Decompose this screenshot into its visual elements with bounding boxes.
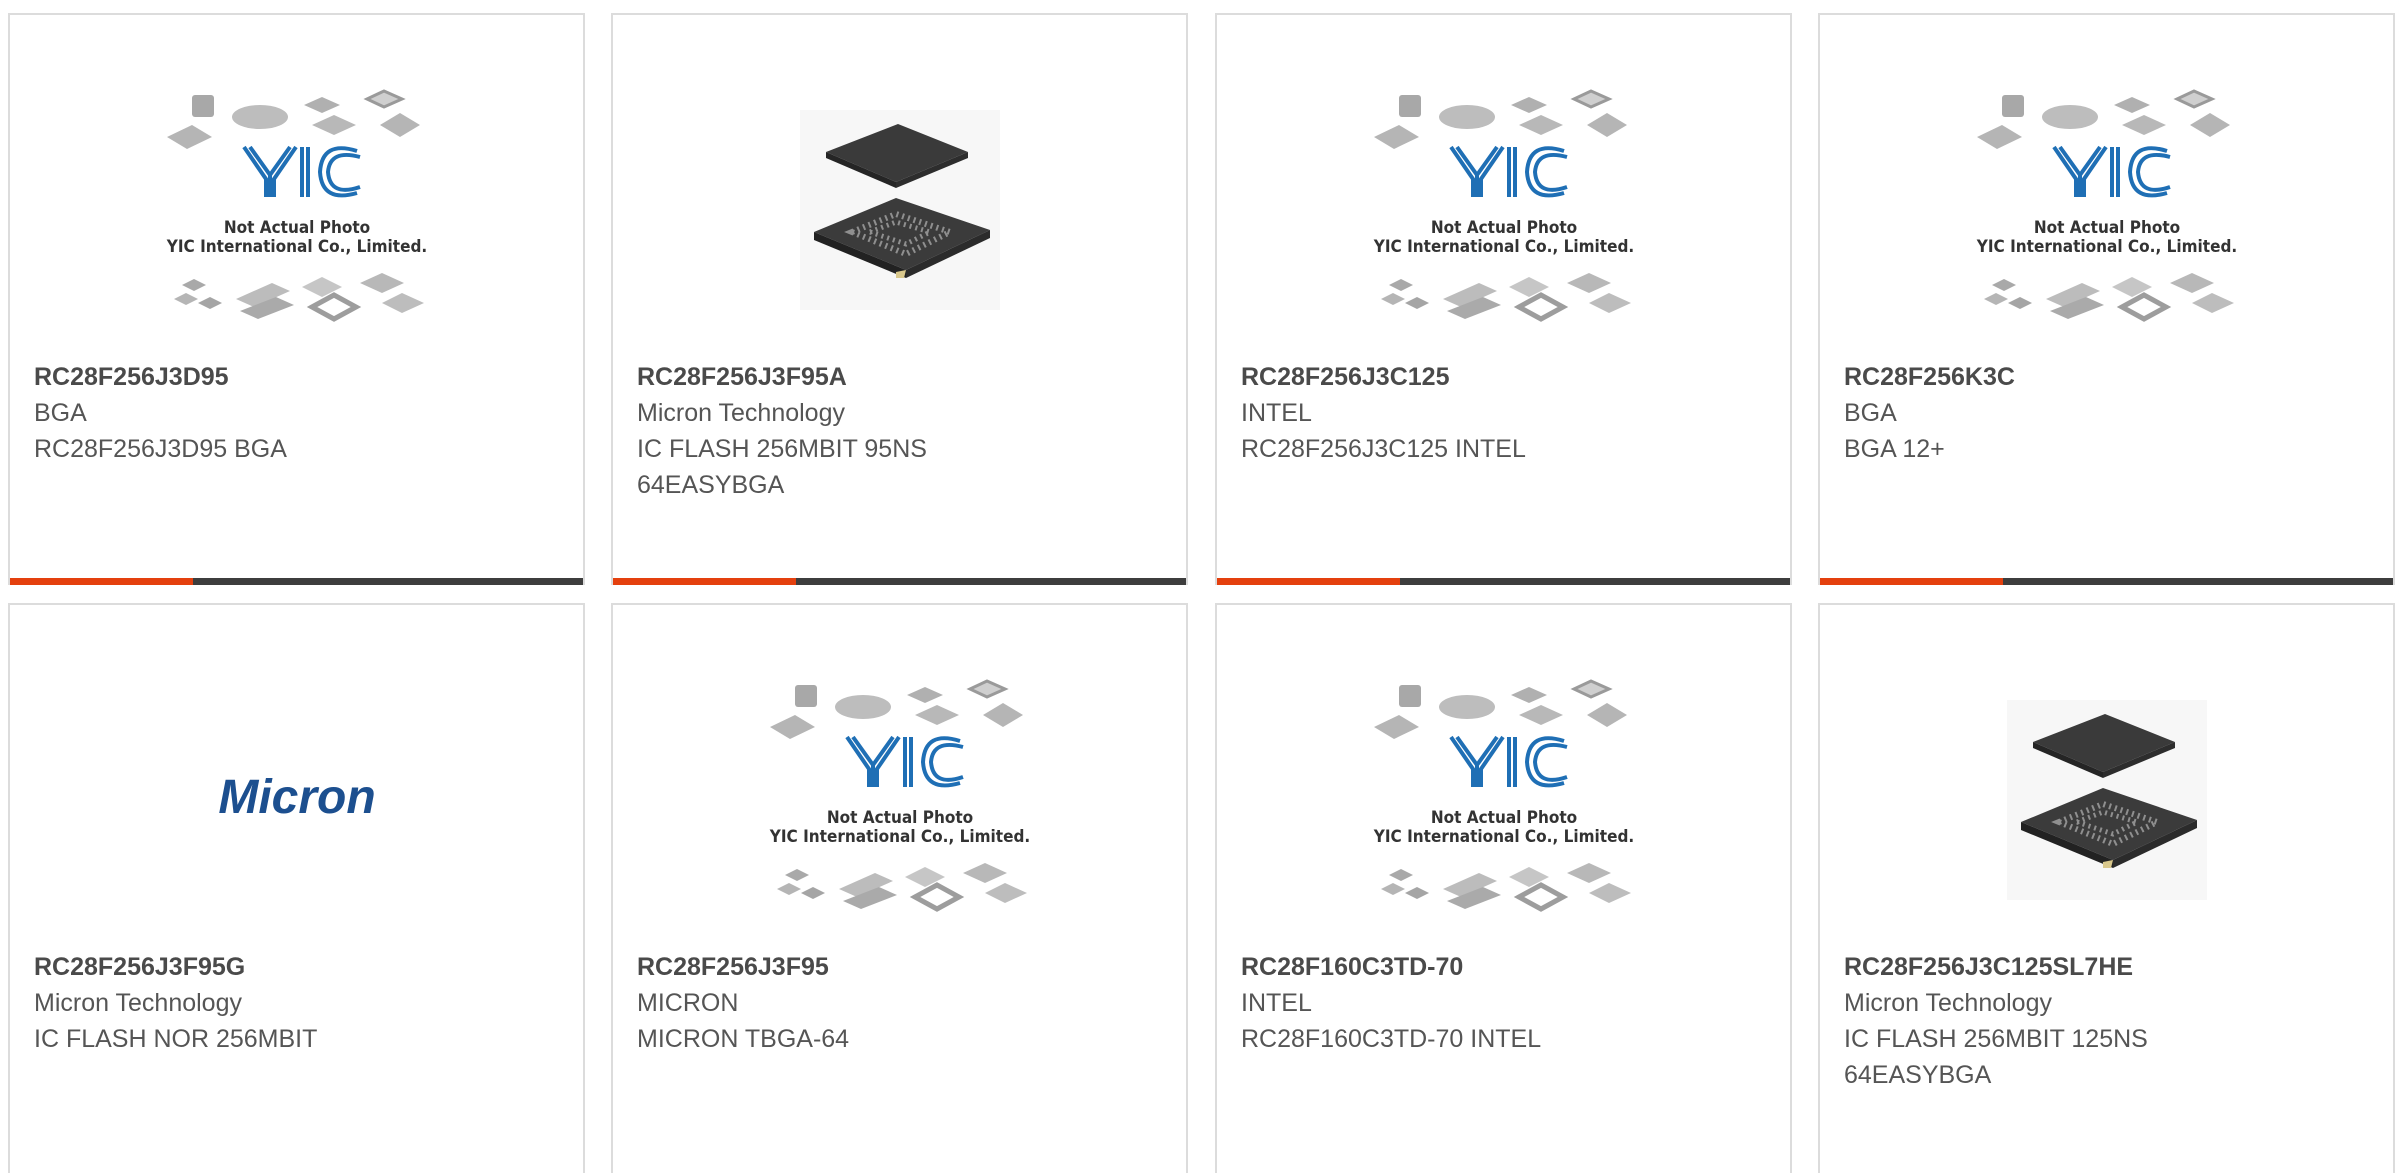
manufacturer: BGA xyxy=(34,399,87,427)
yic-placeholder-image xyxy=(1369,675,1639,925)
card-progress-accent xyxy=(1820,578,2003,585)
part-number-link[interactable]: RC28F256J3D95 xyxy=(34,359,559,395)
manufacturer: INTEL xyxy=(1241,399,1312,427)
product-image xyxy=(613,55,1186,365)
micron-logo-text: Micron xyxy=(218,771,375,824)
manufacturer: BGA xyxy=(1844,399,1897,427)
product-image-placeholder xyxy=(1217,55,1790,365)
product-image-placeholder xyxy=(10,55,583,365)
description: RC28F256J3C125 INTEL xyxy=(1241,435,1526,463)
manufacturer: Micron Technology xyxy=(637,399,845,427)
yic-placeholder-image xyxy=(1972,85,2242,335)
yic-placeholder-image xyxy=(765,675,1035,925)
product-card[interactable]: RC28F160C3TD-70 INTEL RC28F160C3TD-70 IN… xyxy=(1215,603,1792,1173)
part-number-link[interactable]: RC28F256J3C125SL7HE xyxy=(1844,949,2369,985)
description: BGA 12+ xyxy=(1844,435,1945,463)
part-number-link[interactable]: RC28F256J3F95A xyxy=(637,359,1162,395)
part-number-link[interactable]: RC28F256J3F95G xyxy=(34,949,559,985)
description: RC28F256J3D95 BGA xyxy=(34,435,287,463)
product-card[interactable]: RC28F256J3C125 INTEL RC28F256J3C125 INTE… xyxy=(1215,13,1792,585)
description: IC FLASH 256MBIT 125NS 64EASYBGA xyxy=(1844,1025,2148,1089)
product-image-placeholder xyxy=(1217,645,1790,955)
part-number-link[interactable]: RC28F160C3TD-70 xyxy=(1241,949,1766,985)
manufacturer: Micron Technology xyxy=(34,989,242,1017)
card-progress-accent xyxy=(613,578,796,585)
yic-placeholder-image xyxy=(162,85,432,335)
bga-chip-image xyxy=(800,110,1000,310)
product-card[interactable]: RC28F256J3F95A Micron Technology IC FLAS… xyxy=(611,13,1188,585)
product-card[interactable]: Micron RC28F256J3F95G Micron Technology … xyxy=(8,603,585,1173)
description: MICRON TBGA-64 xyxy=(637,1025,850,1053)
product-image: Micron xyxy=(10,645,583,955)
micron-logo-image: Micron xyxy=(218,771,375,824)
card-progress-accent xyxy=(1217,578,1400,585)
manufacturer: INTEL xyxy=(1241,989,1312,1017)
description: IC FLASH 256MBIT 95NS 64EASYBGA xyxy=(637,435,927,499)
card-progress-bar xyxy=(1820,578,2393,585)
product-image-placeholder xyxy=(613,645,1186,955)
description: IC FLASH NOR 256MBIT xyxy=(34,1025,318,1053)
card-progress-bar xyxy=(1217,578,1790,585)
product-card[interactable]: RC28F256J3D95 BGA RC28F256J3D95 BGA xyxy=(8,13,585,585)
product-card[interactable]: RC28F256K3C BGA BGA 12+ xyxy=(1818,13,2395,585)
card-progress-accent xyxy=(10,578,193,585)
product-card[interactable]: RC28F256J3C125SL7HE Micron Technology IC… xyxy=(1818,603,2395,1173)
part-number-link[interactable]: RC28F256J3C125 xyxy=(1241,359,1766,395)
card-progress-bar xyxy=(10,578,583,585)
bga-chip-image xyxy=(2007,700,2207,900)
yic-placeholder-image xyxy=(1369,85,1639,335)
card-progress-bar xyxy=(613,578,1186,585)
manufacturer: MICRON xyxy=(637,989,739,1017)
product-image xyxy=(1820,645,2393,955)
product-image-placeholder xyxy=(1820,55,2393,365)
product-card[interactable]: RC28F256J3F95 MICRON MICRON TBGA-64 xyxy=(611,603,1188,1173)
part-number-link[interactable]: RC28F256J3F95 xyxy=(637,949,1162,985)
product-grid: RC28F256J3D95 BGA RC28F256J3D95 BGA RC28… xyxy=(0,0,2400,1173)
description: RC28F160C3TD-70 INTEL xyxy=(1241,1025,1542,1053)
part-number-link[interactable]: RC28F256K3C xyxy=(1844,359,2369,395)
manufacturer: Micron Technology xyxy=(1844,989,2052,1017)
